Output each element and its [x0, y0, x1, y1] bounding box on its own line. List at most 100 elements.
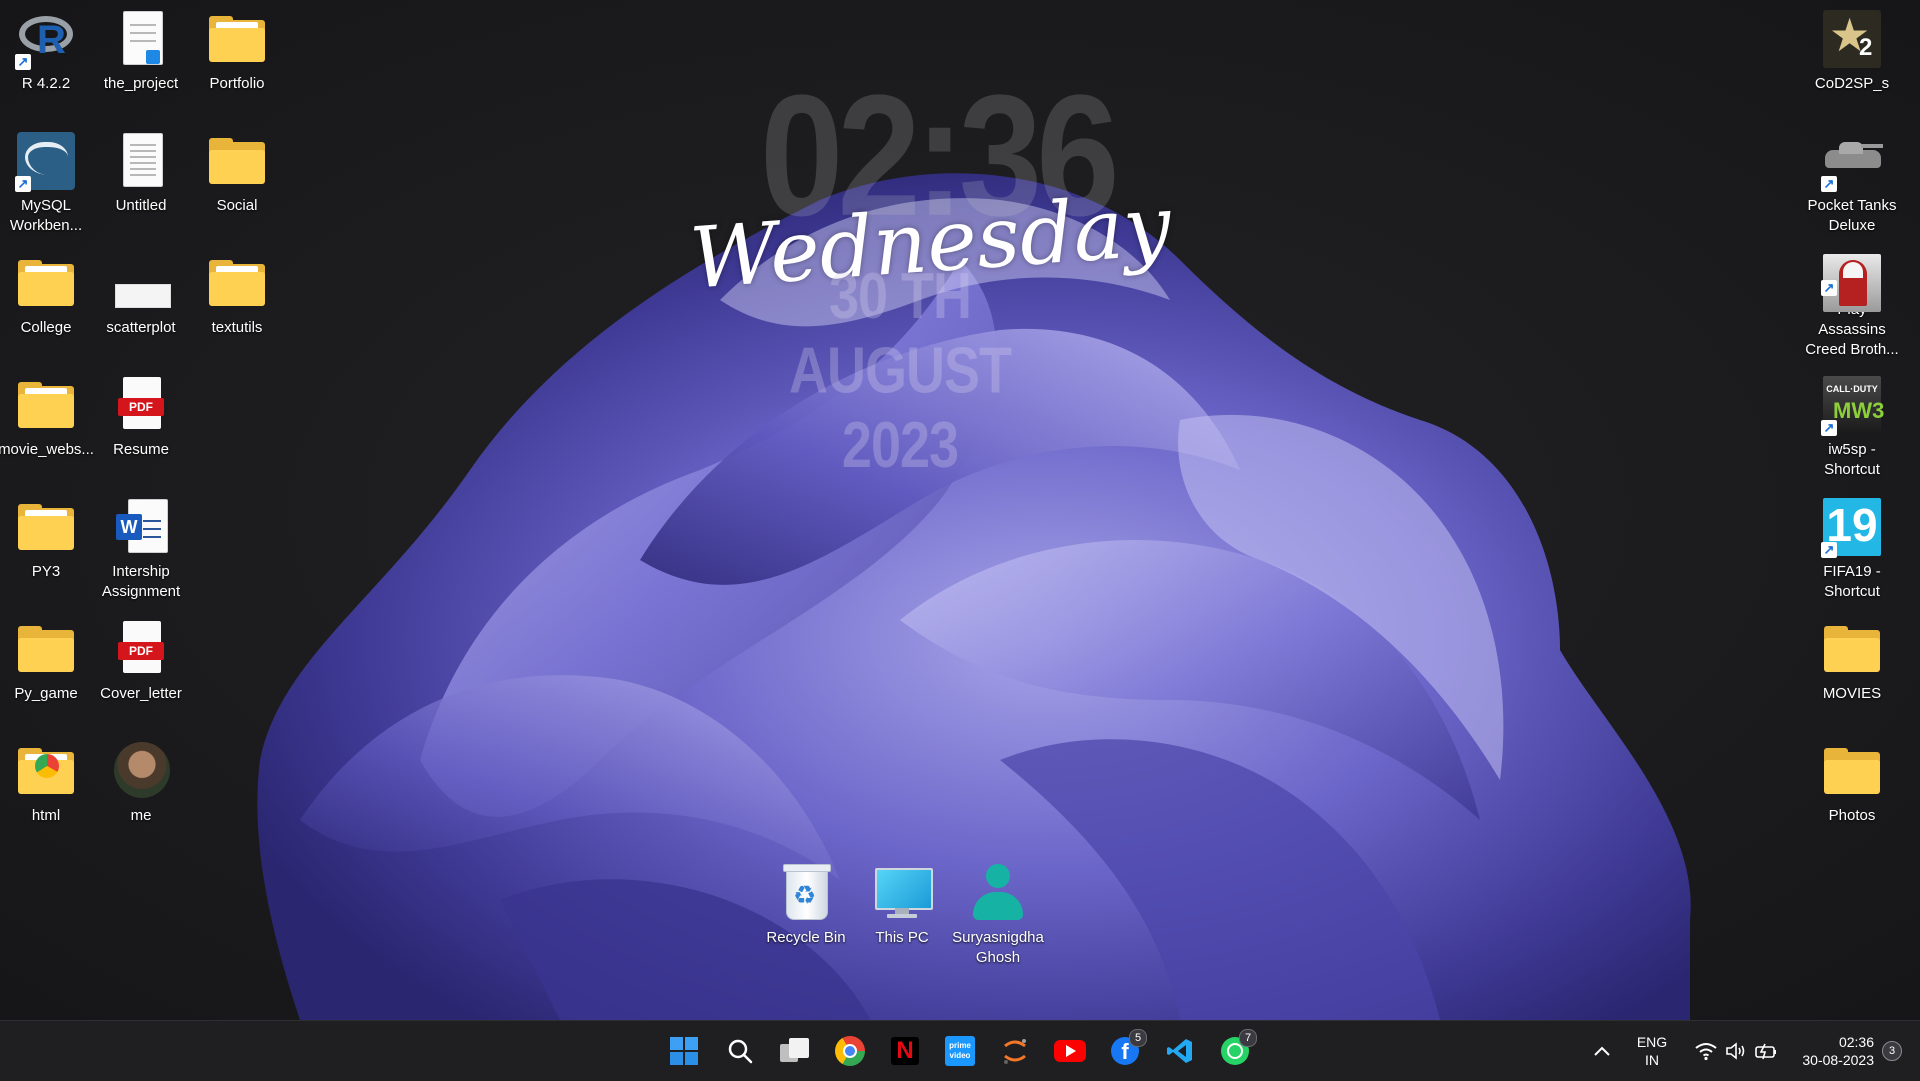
icon-label: Social: [216, 197, 258, 214]
pdf-file-icon: PDF: [110, 618, 172, 680]
clock-button[interactable]: 02:36 30-08-2023: [1784, 1029, 1874, 1073]
icon-label: Intership Assignment: [101, 563, 181, 600]
notification-count-badge: 3: [1882, 1041, 1902, 1061]
desktop-icon-recycle-bin[interactable]: ♻ Recycle Bin: [758, 858, 854, 970]
mysql-workbench-icon: ↗: [15, 130, 77, 192]
volume-icon: [1726, 1042, 1745, 1060]
prime-video-button[interactable]: prime video: [938, 1029, 982, 1073]
desktop-icon-intership-assignment[interactable]: W Intership Assignment: [93, 492, 189, 604]
desktop-icon-this-pc[interactable]: This PC: [854, 858, 950, 970]
pdf-badge: PDF: [118, 398, 164, 416]
folder-icon: [1821, 618, 1883, 680]
icon-label: R 4.2.2: [21, 75, 71, 92]
icon-label: textutils: [211, 319, 263, 336]
icon-label: iw5sp - Shortcut: [1824, 441, 1880, 478]
icon-label: College: [20, 319, 72, 336]
taskbar-date: 30-08-2023: [1802, 1052, 1874, 1068]
chevron-up-icon: [1594, 1046, 1610, 1056]
netflix-button[interactable]: N: [883, 1029, 927, 1073]
desktop-icon-photos[interactable]: Photos: [1804, 736, 1900, 848]
desktop-icon-user-folder[interactable]: Suryasnigdha Ghosh: [950, 858, 1046, 970]
icon-label: movie_webs...: [0, 441, 94, 458]
whatsapp-button[interactable]: 7: [1213, 1029, 1257, 1073]
folder-icon: [15, 496, 77, 558]
desktop-icon-py-game[interactable]: Py_game: [0, 614, 94, 726]
facebook-button[interactable]: f 5: [1103, 1029, 1147, 1073]
icon-label: MOVIES: [1822, 685, 1882, 702]
icon-label: Suryasnigdha Ghosh: [952, 929, 1044, 966]
desktop-icon-cod2sp[interactable]: ★ 2 CoD2SP_s: [1804, 4, 1900, 116]
text-file-icon: [110, 130, 172, 192]
cod-badge: CALL·DUTY: [1826, 384, 1878, 394]
cod2-game-icon: ★ 2: [1821, 8, 1883, 70]
desktop-icon-html[interactable]: html: [0, 736, 94, 848]
recycle-bin-icon: ♻: [775, 862, 837, 924]
desktop-icon-r[interactable]: R ↗ R 4.2.2: [0, 4, 94, 116]
desktop-icon-me[interactable]: me: [93, 736, 189, 848]
folder-icon: [206, 130, 268, 192]
chrome-button[interactable]: [828, 1029, 872, 1073]
folder-icon: [1821, 740, 1883, 802]
task-view-icon: [780, 1038, 810, 1064]
pdf-file-icon: PDF: [110, 374, 172, 436]
icon-label: me: [130, 807, 152, 824]
this-pc-icon: [871, 862, 933, 924]
pdf-badge: PDF: [118, 642, 164, 660]
language-indicator[interactable]: ENG IN: [1630, 1029, 1674, 1073]
desktop-icon-the-project[interactable]: the_project: [93, 4, 189, 116]
word-document-icon: W: [110, 496, 172, 558]
icon-label: html: [31, 807, 61, 824]
icon-label: PY3: [31, 563, 61, 580]
desktop-icon-scatterplot[interactable]: scatterplot: [93, 248, 189, 360]
icon-label: Pocket Tanks Deluxe: [1807, 197, 1897, 234]
desktop-icon-movie-webs[interactable]: movie_webs...: [0, 370, 94, 482]
desktop-icon-iw5sp[interactable]: CALL·DUTY MW3 ↗ iw5sp - Shortcut: [1804, 370, 1900, 482]
vscode-icon: [1167, 1039, 1192, 1063]
jupyter-button[interactable]: [993, 1029, 1037, 1073]
desktop-icon-cover-letter[interactable]: PDF Cover_letter: [93, 614, 189, 726]
icon-label: This PC: [875, 929, 929, 946]
show-hidden-icons-button[interactable]: [1580, 1029, 1624, 1073]
tank-game-icon: ↗: [1821, 130, 1883, 192]
desktop-icon-social[interactable]: Social: [189, 126, 285, 238]
icon-label: CoD2SP_s: [1814, 75, 1890, 92]
search-button[interactable]: [718, 1029, 762, 1073]
folder-icon: [15, 618, 77, 680]
icon-label: Photos: [1828, 807, 1876, 824]
desktop-icon-fifa19[interactable]: 19 ↗ FIFA19 - Shortcut: [1804, 492, 1900, 604]
folder-icon: [206, 8, 268, 70]
icon-label: FIFA19 - Shortcut: [1823, 563, 1881, 600]
photo-avatar-icon: [110, 740, 172, 802]
icon-label: Cover_letter: [100, 685, 182, 702]
icon-label: Py_game: [14, 685, 78, 702]
vscode-button[interactable]: [1158, 1029, 1202, 1073]
desktop-icon-mysql[interactable]: ↗ MySQL Workben...: [0, 126, 94, 238]
desktop-icon-resume[interactable]: PDF Resume: [93, 370, 189, 482]
icon-label: Portfolio: [209, 75, 265, 92]
assassins-creed-icon: ↗: [1821, 252, 1883, 312]
desktop-icon-untitled[interactable]: Untitled: [93, 126, 189, 238]
folder-icon: [15, 740, 77, 802]
youtube-button[interactable]: [1048, 1029, 1092, 1073]
search-icon: [728, 1039, 753, 1064]
user-folder-icon: [967, 862, 1029, 924]
desktop-icon-pocket-tanks[interactable]: ↗ Pocket Tanks Deluxe: [1804, 126, 1900, 238]
prime-video-icon: prime video: [945, 1036, 975, 1066]
desktop-icon-assassins-creed[interactable]: ↗ Play Assassins Creed Broth...: [1804, 248, 1900, 360]
folder-icon: [15, 252, 77, 314]
start-button[interactable]: [662, 1029, 706, 1073]
desktop-icon-portfolio[interactable]: Portfolio: [189, 4, 285, 116]
desktop-icon-movies[interactable]: MOVIES: [1804, 614, 1900, 726]
desktop-icon-py3[interactable]: PY3: [0, 492, 94, 604]
cod2-badge: 2: [1859, 34, 1873, 61]
language-region: IN: [1645, 1052, 1659, 1068]
fifa19-icon: 19 ↗: [1821, 496, 1883, 558]
clock-date-widget: 30 TH AUGUST 2023: [789, 260, 1012, 482]
desktop[interactable]: 02:36 Wednesday 30 TH AUGUST 2023 R ↗ R …: [0, 0, 1920, 1020]
notification-center-button[interactable]: 3: [1874, 1029, 1910, 1073]
system-status-button[interactable]: [1686, 1029, 1786, 1073]
desktop-icon-textutils[interactable]: textutils: [189, 248, 285, 360]
task-view-button[interactable]: [773, 1029, 817, 1073]
desktop-icon-college[interactable]: College: [0, 248, 94, 360]
icon-label: Untitled: [115, 197, 167, 214]
